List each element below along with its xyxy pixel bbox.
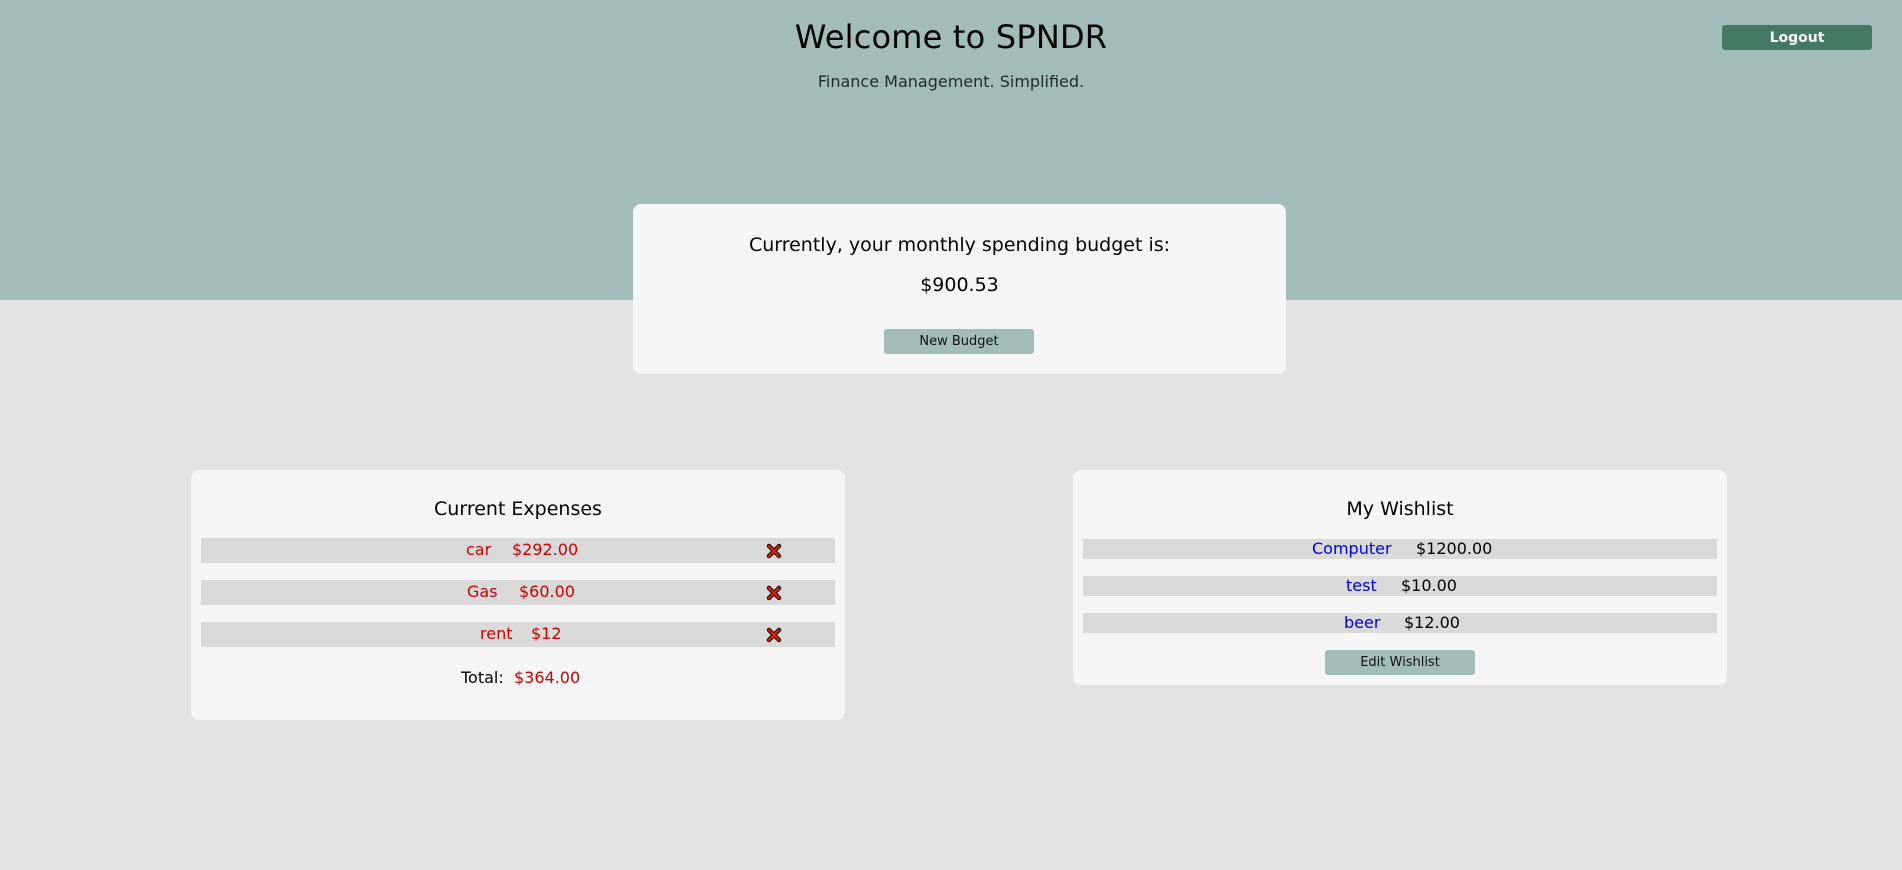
- site-title: Welcome to SPNDR: [794, 18, 1108, 56]
- expense-name: car: [466, 540, 492, 559]
- expense-row: rent $12: [201, 622, 835, 647]
- expense-name: rent: [480, 624, 513, 643]
- delete-icon[interactable]: [766, 627, 782, 643]
- delete-icon[interactable]: [766, 585, 782, 601]
- expense-amount: $12: [531, 624, 562, 643]
- expenses-card: Current Expenses car $292.00 Gas $60.00 …: [191, 470, 845, 720]
- budget-label: Currently, your monthly spending budget …: [748, 234, 1171, 256]
- wishlist-item-price: $1200.00: [1416, 539, 1493, 558]
- expense-row: Gas $60.00: [201, 580, 835, 605]
- expense-row: car $292.00: [201, 538, 835, 563]
- wishlist-row: beer $12.00: [1083, 613, 1717, 633]
- wishlist-row: Computer $1200.00: [1083, 539, 1717, 559]
- wishlist-item-name[interactable]: test: [1346, 576, 1377, 596]
- new-budget-button[interactable]: New Budget: [884, 329, 1034, 354]
- wishlist-title: My Wishlist: [1346, 498, 1454, 520]
- wishlist-row: test $10.00: [1083, 576, 1717, 596]
- edit-wishlist-button[interactable]: Edit Wishlist: [1325, 650, 1475, 675]
- logout-button[interactable]: Logout: [1722, 25, 1872, 50]
- wishlist-item-name[interactable]: Computer: [1312, 539, 1392, 559]
- wishlist-item-name[interactable]: beer: [1344, 613, 1380, 633]
- wishlist-item-price: $12.00: [1404, 613, 1460, 632]
- budget-card: Currently, your monthly spending budget …: [633, 204, 1286, 374]
- expense-amount: $60.00: [519, 582, 575, 601]
- expenses-title: Current Expenses: [434, 498, 602, 520]
- delete-icon[interactable]: [766, 543, 782, 559]
- budget-amount: $900.53: [920, 274, 999, 296]
- total-label: Total:: [461, 668, 504, 687]
- wishlist-item-price: $10.00: [1401, 576, 1457, 595]
- expense-amount: $292.00: [512, 540, 579, 559]
- site-tagline: Finance Management. Simplified.: [817, 72, 1085, 91]
- expense-name: Gas: [467, 582, 498, 601]
- total-value: $364.00: [514, 668, 581, 687]
- wishlist-card: My Wishlist Computer $1200.00 test $10.0…: [1073, 470, 1727, 685]
